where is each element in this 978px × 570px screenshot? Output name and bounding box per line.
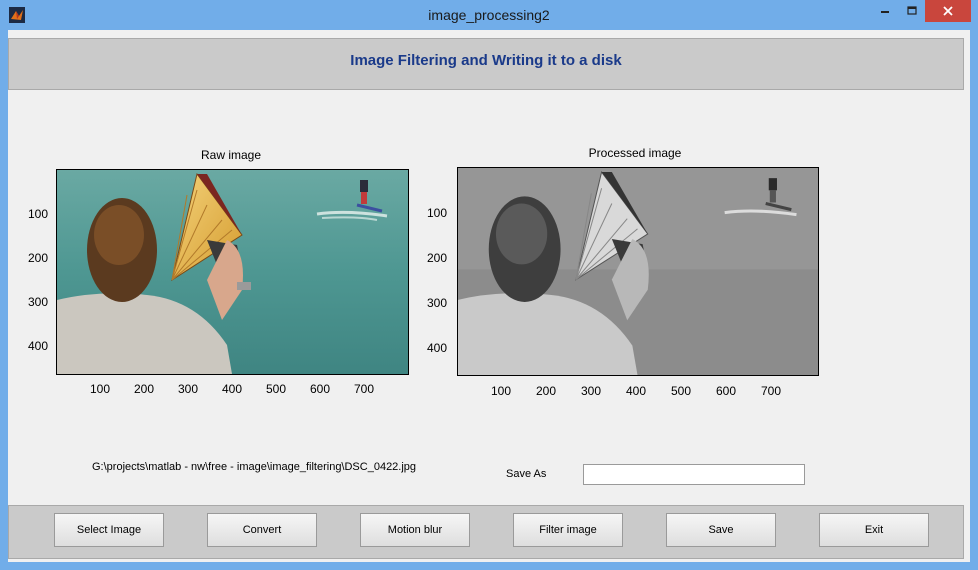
app-window: image_processing2 Image Filtering and Wr… [0, 0, 978, 570]
raw-x-tick: 300 [178, 382, 199, 396]
maximize-icon [906, 6, 917, 15]
raw-x-tick: 500 [266, 382, 287, 396]
processed-y-tick: 400 [427, 341, 448, 355]
file-path-label: G:\projects\matlab - nw\free - image\ima… [92, 461, 417, 473]
filter-image-button[interactable]: Filter image [513, 513, 623, 547]
processed-y-tick: 100 [427, 206, 448, 220]
processed-x-tick: 500 [671, 384, 692, 398]
processed-axes-title: Processed image [588, 146, 682, 160]
raw-axes-title: Raw image [200, 148, 262, 162]
processed-x-tick: 300 [581, 384, 602, 398]
raw-x-tick: 200 [134, 382, 155, 396]
processed-x-tick: 100 [491, 384, 512, 398]
raw-x-tick: 100 [90, 382, 111, 396]
processed-x-tick: 200 [536, 384, 557, 398]
save-button[interactable]: Save [666, 513, 776, 547]
raw-x-tick: 400 [222, 382, 243, 396]
minimize-button[interactable] [872, 0, 898, 22]
exit-button[interactable]: Exit [819, 513, 929, 547]
motion-blur-button[interactable]: Motion blur [360, 513, 470, 547]
page-title: Image Filtering and Writing it to a disk [350, 52, 622, 69]
title-bar: image_processing2 [0, 0, 978, 30]
figure-client-area: Image Filtering and Writing it to a disk… [8, 30, 970, 562]
raw-y-tick: 100 [28, 207, 49, 221]
save-as-label: Save As [506, 468, 547, 480]
processed-y-tick: 300 [427, 296, 448, 310]
raw-y-tick: 200 [28, 251, 49, 265]
save-as-input[interactable] [583, 464, 805, 485]
minimize-icon [881, 11, 889, 13]
processed-image[interactable] [457, 167, 819, 376]
processed-image-picture [458, 168, 818, 375]
convert-button[interactable]: Convert [207, 513, 317, 547]
raw-x-tick: 600 [310, 382, 331, 396]
processed-y-tick: 200 [427, 251, 448, 265]
maximize-button[interactable] [898, 0, 925, 22]
window-title: image_processing2 [428, 7, 550, 23]
raw-image-picture [57, 170, 408, 374]
processed-x-tick: 400 [626, 384, 647, 398]
raw-image[interactable] [56, 169, 409, 375]
select-image-button[interactable]: Select Image [54, 513, 164, 547]
processed-x-tick: 700 [761, 384, 782, 398]
close-icon [943, 6, 953, 16]
header-panel: Image Filtering and Writing it to a disk [8, 38, 964, 90]
raw-x-tick: 700 [354, 382, 375, 396]
raw-y-tick: 300 [28, 295, 49, 309]
raw-y-tick: 400 [28, 339, 49, 353]
button-panel: Select Image Convert Motion blur Filter … [8, 505, 964, 559]
close-button[interactable] [925, 0, 971, 22]
processed-x-tick: 600 [716, 384, 737, 398]
